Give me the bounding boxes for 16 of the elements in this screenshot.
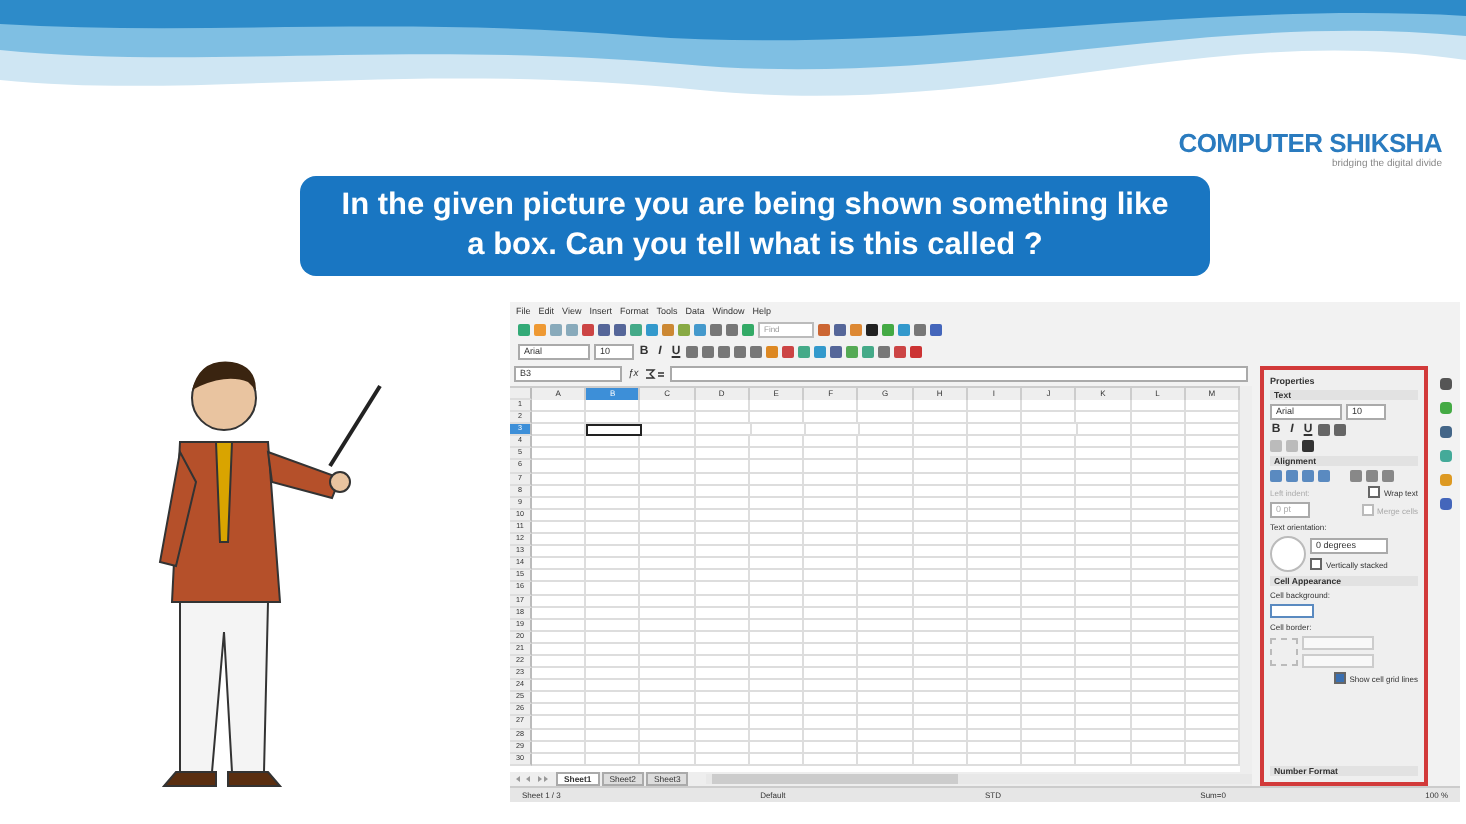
horizontal-scrollbar[interactable] — [706, 774, 1252, 784]
formula-input[interactable] — [670, 366, 1248, 382]
checkbox[interactable] — [1333, 672, 1346, 684]
background-color-button[interactable] — [1270, 604, 1314, 618]
line-color-field[interactable] — [1302, 654, 1374, 668]
checkbox[interactable] — [1367, 486, 1380, 498]
checkbox[interactable] — [1310, 558, 1322, 570]
sum-equals-icons[interactable] — [644, 368, 665, 380]
selected-cell[interactable] — [586, 424, 643, 437]
line-style-field[interactable] — [1302, 636, 1374, 650]
sheet-navigation-icons[interactable] — [516, 774, 548, 784]
question-banner: In the given picture you are being shown something like a box. Can you tell what is this called ? — [300, 176, 1210, 276]
vertical-scrollbar[interactable] — [1240, 386, 1252, 772]
checkbox[interactable] — [1361, 504, 1374, 516]
logo-text: COMPUTER SHIKSHA — [1178, 128, 1442, 158]
cell-border-icon[interactable] — [1270, 638, 1298, 666]
